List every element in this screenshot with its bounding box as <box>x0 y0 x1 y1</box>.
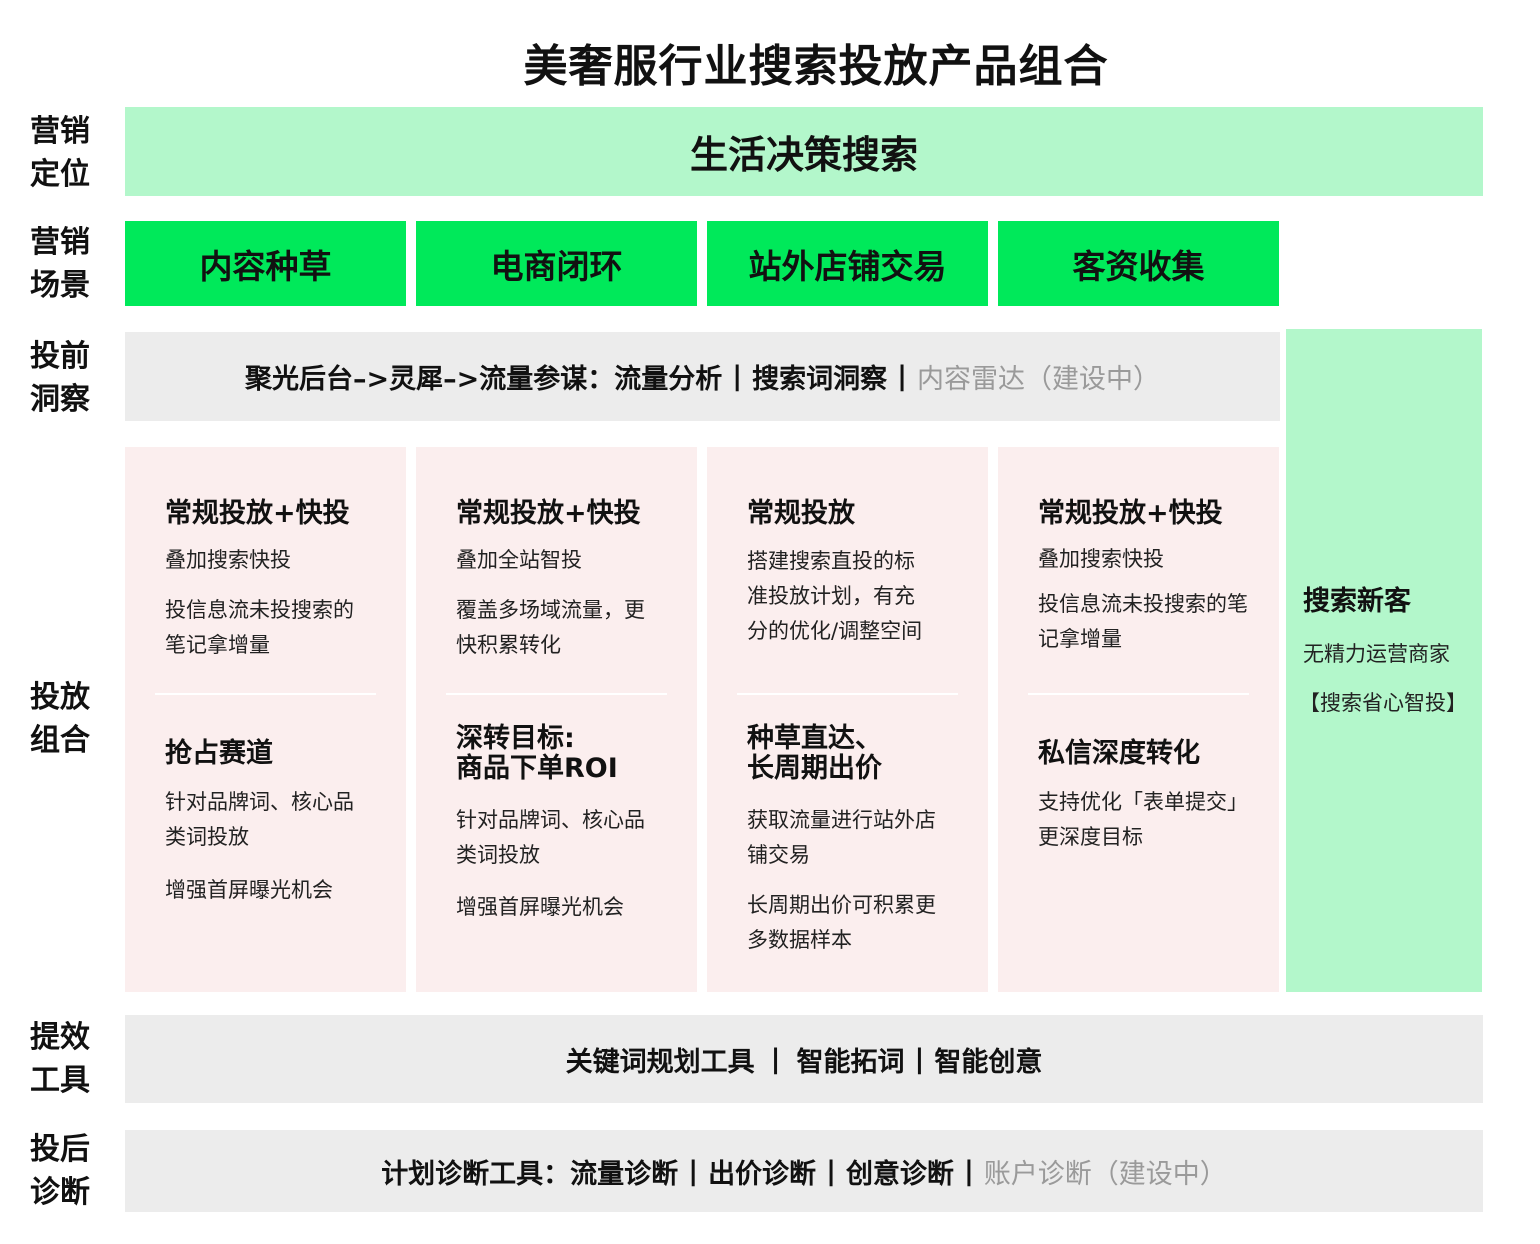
tools-band: 关键词规划工具 | 智能拓词 | 智能创意 <box>125 1015 1483 1103</box>
diagnosis-creative: 创意诊断 <box>845 1158 954 1190</box>
card-text: 叠加搜索快投 <box>165 548 291 572</box>
search-new-customer-panel: 搜索新客 无精力运营商家 【搜索省心智投】 <box>1286 329 1482 992</box>
diagnosis-separator: | <box>963 1155 974 1187</box>
card-heading: 常规投放 <box>747 498 855 529</box>
combo-card-1: 常规投放+快投 叠加搜索快投 投信息流未投搜索的 笔记拿增量 抢占赛道 针对品牌… <box>125 447 406 992</box>
card-text: 叠加全站智投 <box>456 548 582 572</box>
diagnosis-separator: | <box>688 1155 699 1187</box>
row-label-insight: 投前 洞察 <box>30 339 90 417</box>
card-text: 投信息流未投搜索的笔 记拿增量 <box>1038 592 1248 651</box>
card-heading: 常规投放+快投 <box>165 498 350 529</box>
side-text: 【搜索省心智投】 <box>1299 691 1467 715</box>
card-divider <box>446 693 667 695</box>
card-text: 针对品牌词、核心品 类词投放 <box>456 808 645 867</box>
tools-separator: | <box>770 1043 781 1075</box>
combo-card-3: 常规投放 搭建搜索直投的标 准投放计划，有充 分的优化/调整空间 种草直达、 长… <box>707 447 988 992</box>
insight-keyword: 搜索词洞察 <box>752 364 888 395</box>
row-label-scene: 营销 场景 <box>30 225 90 303</box>
tool-smart-creative: 智能创意 <box>934 1046 1043 1078</box>
card-heading: 深转目标: 商品下单ROI <box>456 723 618 784</box>
card-text: 搭建搜索直投的标 准投放计划，有充 分的优化/调整空间 <box>747 549 923 643</box>
card-heading: 常规投放+快投 <box>1038 498 1223 529</box>
row-label-positioning: 营销 定位 <box>30 114 90 192</box>
card-heading: 私信深度转化 <box>1038 738 1200 769</box>
card-text: 覆盖多场域流量，更 快积累转化 <box>456 598 645 657</box>
tool-smart-expand: 智能拓词 <box>796 1046 905 1078</box>
card-text: 增强首屏曝光机会 <box>456 895 624 919</box>
card-text: 获取流量进行站外店 铺交易 <box>747 808 936 867</box>
scene-lead-collection: 客资收集 <box>998 221 1279 306</box>
insight-muted: 内容雷达（建设中） <box>917 364 1160 395</box>
card-text: 投信息流未投搜索的 笔记拿增量 <box>165 598 354 657</box>
row-label-diagnosis: 投后 诊断 <box>30 1132 90 1210</box>
card-heading: 常规投放+快投 <box>456 498 641 529</box>
diagnosis-main: 计划诊断工具：流量诊断 <box>381 1158 679 1190</box>
tools-separator: | <box>914 1043 925 1075</box>
insight-band: 聚光后台–>灵犀–>流量参谋：流量分析 | 搜索词洞察 | 内容雷达（建设中） <box>125 332 1280 421</box>
insight-separator: | <box>897 361 907 392</box>
side-text: 无精力运营商家 <box>1303 642 1450 666</box>
tool-keyword-planner: 关键词规划工具 <box>565 1046 755 1078</box>
insight-separator: | <box>732 361 743 392</box>
combo-card-2: 常规投放+快投 叠加全站智投 覆盖多场域流量，更 快积累转化 深转目标: 商品下… <box>416 447 697 992</box>
diagnosis-band: 计划诊断工具：流量诊断 | 出价诊断 | 创意诊断 | 账户诊断（建设中） <box>125 1130 1483 1212</box>
combo-card-4: 常规投放+快投 叠加搜索快投 投信息流未投搜索的笔 记拿增量 私信深度转化 支持… <box>998 447 1279 992</box>
page-title: 美奢服行业搜索投放产品组合 <box>523 41 1109 92</box>
card-text: 叠加搜索快投 <box>1038 547 1164 571</box>
card-divider <box>737 693 958 695</box>
scene-ecommerce-loop: 电商闭环 <box>416 221 697 306</box>
diagnosis-separator: | <box>826 1155 836 1187</box>
card-text: 长周期出价可积累更 多数据样本 <box>747 893 936 952</box>
card-text: 针对品牌词、核心品 类词投放 <box>165 790 354 849</box>
row-label-tools: 提效 工具 <box>30 1020 90 1098</box>
diagnosis-bid: 出价诊断 <box>708 1158 817 1190</box>
row-label-combo: 投放 组合 <box>30 680 90 758</box>
side-heading: 搜索新客 <box>1303 586 1411 617</box>
scene-content-seeding: 内容种草 <box>125 221 406 306</box>
card-divider <box>155 693 376 695</box>
diagnosis-muted: 账户诊断（建设中） <box>983 1158 1227 1190</box>
card-divider <box>1028 693 1249 695</box>
insight-main: 聚光后台–>灵犀–>流量参谋：流量分析 <box>245 364 723 395</box>
card-text: 支持优化「表单提交」 更深度目标 <box>1038 790 1248 849</box>
card-text: 增强首屏曝光机会 <box>165 878 333 902</box>
scene-offsite-store: 站外店铺交易 <box>707 221 988 306</box>
card-heading: 抢占赛道 <box>165 738 273 769</box>
card-heading: 种草直达、 长周期出价 <box>747 723 882 784</box>
positioning-band: 生活决策搜索 <box>125 107 1483 196</box>
